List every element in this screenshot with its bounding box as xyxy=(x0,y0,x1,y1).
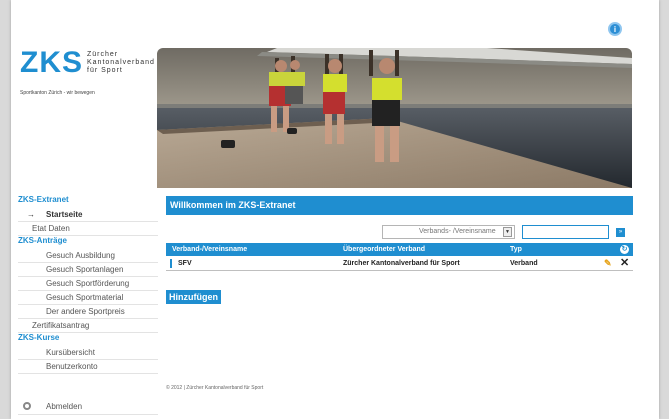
table-header: Verband-/Vereinsname Übergeordneter Verb… xyxy=(166,243,633,256)
section-extranet-prefix: ZKS- xyxy=(18,195,37,204)
sidebar-item-gesuch-sportmaterial[interactable]: Gesuch Sportmaterial xyxy=(18,291,158,305)
sidebar-item-label: Gesuch Sportförderung xyxy=(46,279,130,288)
sidebar-item-label: Startseite xyxy=(46,210,83,219)
page-title: Willkommen im ZKS-Extranet xyxy=(166,196,633,215)
table-row[interactable]: SFV Zürcher Kantonalverband für Sport Ve… xyxy=(166,256,633,271)
section-extranet: ZKS- Extranet xyxy=(18,195,158,208)
filter-field-select[interactable]: Verbands- /Vereinsname ▼ xyxy=(382,225,515,239)
sidebar-item-label: Zertifikatsantrag xyxy=(32,321,90,330)
column-header-type[interactable]: Typ xyxy=(510,243,522,256)
sidebar: ZKS- Extranet → Startseite Etat Daten ZKS… xyxy=(18,195,158,374)
sidebar-item-label: Benutzerkonto xyxy=(46,362,98,371)
sidebar-item-startseite[interactable]: → Startseite xyxy=(18,208,158,222)
sidebar-item-label: Etat Daten xyxy=(32,224,70,233)
logo-text: Zürcher Kantonalverband für Sport xyxy=(87,51,155,75)
logo[interactable]: ZKS Zürcher Kantonalverband für Sport Sp… xyxy=(20,46,154,97)
arrow-right-icon: → xyxy=(27,210,35,219)
section-antraege: ZKS- Anträge xyxy=(18,236,158,249)
section-kurse: ZKS- Kurse xyxy=(18,333,158,346)
section-antraege-prefix: ZKS- xyxy=(18,236,37,245)
logo-zks: ZKS xyxy=(20,46,83,79)
sidebar-item-label: Gesuch Ausbildung xyxy=(46,251,115,260)
section-kurse-title: Kurse xyxy=(36,333,60,342)
footer-copyright: © 2012 | Zürcher Kantonalverband für Spo… xyxy=(166,385,264,391)
sidebar-item-gesuch-ausbildung[interactable]: Gesuch Ausbildung xyxy=(18,249,158,263)
column-header-parent[interactable]: Übergeordneter Verband xyxy=(343,243,425,256)
column-header-name[interactable]: Verband-/Vereinsname xyxy=(172,243,247,256)
power-icon xyxy=(23,402,31,410)
sidebar-item-label: Gesuch Sportmaterial xyxy=(46,293,124,302)
sidebar-item-gesuch-sportanlagen[interactable]: Gesuch Sportanlagen xyxy=(18,263,158,277)
sidebar-item-label: Kursübersicht xyxy=(46,348,95,357)
row-marker xyxy=(170,259,172,268)
hero-photo xyxy=(157,48,632,188)
sidebar-item-etat-daten[interactable]: Etat Daten xyxy=(18,222,158,236)
logo-line-1: Zürcher xyxy=(87,51,119,58)
hero-image xyxy=(157,48,632,188)
close-icon[interactable]: ✕ xyxy=(620,256,629,271)
add-button[interactable]: Hinzufügen xyxy=(166,290,221,304)
cell-parent: Zürcher Kantonalverband für Sport xyxy=(343,260,460,267)
cell-type: Verband xyxy=(510,260,538,267)
search-input[interactable] xyxy=(522,225,609,239)
sidebar-item-benutzerkonto[interactable]: Benutzerkonto xyxy=(18,360,158,374)
section-antraege-title: Anträge xyxy=(36,236,67,245)
sidebar-item-kursuebersicht[interactable]: Kursübersicht xyxy=(18,346,158,360)
logo-mark: ZKS Zürcher Kantonalverband für Sport xyxy=(20,46,154,79)
sidebar-item-label: Der andere Sportpreis xyxy=(46,307,125,316)
logout-label: Abmelden xyxy=(46,402,83,411)
tagline: Sportkanton Zürich - wir bewegen xyxy=(20,90,95,96)
logout-link[interactable]: Abmelden xyxy=(18,401,158,415)
pencil-icon[interactable]: ✎ xyxy=(604,258,614,268)
sidebar-item-gesuch-sportfoerderung[interactable]: Gesuch Sportförderung xyxy=(18,277,158,291)
logo-line-3: für Sport xyxy=(87,67,123,74)
section-extranet-title: Extranet xyxy=(36,195,69,204)
section-kurse-prefix: ZKS- xyxy=(18,333,37,342)
sidebar-item-zertifikatsantrag[interactable]: Zertifikatsantrag xyxy=(18,319,158,333)
sidebar-item-der-andere-sportpreis[interactable]: Der andere Sportpreis xyxy=(18,305,158,319)
chevron-down-icon[interactable]: ▼ xyxy=(503,227,512,237)
search-button[interactable]: » xyxy=(616,228,625,237)
logo-line-2: Kantonalverband xyxy=(87,59,155,66)
refresh-icon[interactable]: ↻ xyxy=(620,245,629,254)
filter-select-value: Verbands- /Vereinsname xyxy=(419,228,496,235)
cell-name: SFV xyxy=(178,260,192,267)
help-icon[interactable]: i xyxy=(608,22,622,36)
sidebar-item-label: Gesuch Sportanlagen xyxy=(46,265,124,274)
association-table: Verband-/Vereinsname Übergeordneter Verb… xyxy=(166,243,633,271)
